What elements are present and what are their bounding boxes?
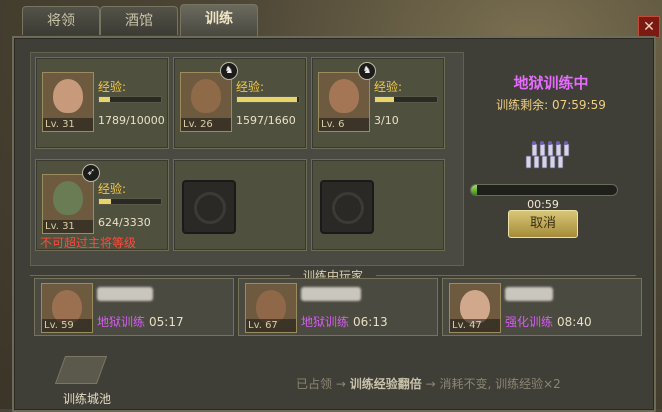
general-portrait: Lv. 31 <box>42 72 94 132</box>
player-training-mode: 地狱训练 05:17 <box>97 315 184 329</box>
general-portrait: Lv. 31 <box>42 174 94 234</box>
general-level: Lv. 26 <box>181 118 231 131</box>
player-portrait: Lv. 67 <box>245 283 297 333</box>
training-progress-bar <box>470 184 618 196</box>
city-bonus-steps: 已占领 → 训练经验翻倍 → 消耗不变, 训练经验×2 <box>296 375 626 392</box>
exp-bar <box>236 96 300 103</box>
training-slot[interactable]: Lv. 31 经验: 1789/10000 <box>35 57 169 149</box>
training-slots-panel: Lv. 31 经验: 1789/10000 Lv. 26 ♞ 经验: 1597/… <box>30 52 464 266</box>
empty-slot-icon <box>320 180 374 234</box>
player-level: Lv. 59 <box>42 319 92 332</box>
general-portrait: Lv. 26 <box>180 72 232 132</box>
empty-slot-icon <box>182 180 236 234</box>
training-player-card[interactable]: Lv. 67 地狱训练 06:13 <box>238 278 438 336</box>
training-player-card[interactable]: Lv. 47 强化训练 08:40 <box>442 278 642 336</box>
castle-icon <box>54 356 108 384</box>
player-level: Lv. 47 <box>450 319 500 332</box>
general-level: Lv. 6 <box>319 118 369 131</box>
exp-value: 3/10 <box>374 114 399 127</box>
exp-label: 经验: <box>98 182 127 196</box>
exp-bar <box>98 198 162 205</box>
step-description: 消耗不变, 训练经验×2 <box>439 377 561 391</box>
exp-value: 624/3330 <box>98 216 151 229</box>
training-window: Lv. 31 经验: 1789/10000 Lv. 26 ♞ 经验: 1597/… <box>12 36 656 412</box>
player-portrait: Lv. 47 <box>449 283 501 333</box>
empty-training-slot[interactable] <box>311 159 445 251</box>
arrow-icon: → <box>425 377 440 391</box>
general-level: Lv. 31 <box>43 118 93 131</box>
exp-bar <box>374 96 438 103</box>
training-player-card[interactable]: Lv. 59 地狱训练 05:17 <box>34 278 234 336</box>
tab-generals[interactable]: 将领 <box>22 6 100 35</box>
step-double-exp: 训练经验翻倍 <box>349 377 422 391</box>
general-portrait: Lv. 6 <box>318 72 370 132</box>
training-slot[interactable]: Lv. 31 ➶ 经验: 624/3330 不可超过主将等级 <box>35 159 169 251</box>
player-name-hidden <box>505 287 553 301</box>
exp-label: 经验: <box>98 80 127 94</box>
tab-tavern[interactable]: 酒馆 <box>100 6 178 35</box>
exp-label: 经验: <box>374 80 403 94</box>
arrow-icon: → <box>335 377 350 391</box>
player-training-mode: 强化训练 08:40 <box>505 315 592 329</box>
close-icon[interactable]: ✕ <box>638 16 660 38</box>
empty-training-slot[interactable] <box>173 159 307 251</box>
exp-value: 1789/10000 <box>98 114 165 127</box>
training-slot[interactable]: Lv. 26 ♞ 经验: 1597/1660 <box>173 57 307 149</box>
exp-bar <box>98 96 162 103</box>
player-training-mode: 地狱训练 06:13 <box>301 315 388 329</box>
level-warning: 不可超过主将等级 <box>40 236 137 250</box>
general-level: Lv. 31 <box>43 220 93 233</box>
exp-label: 经验: <box>236 80 265 94</box>
cancel-button[interactable]: 取消 <box>508 210 578 238</box>
training-status-panel: 地狱训练中 训练剩余: 07:59:59 00:59 取消 <box>466 52 636 264</box>
training-slot[interactable]: Lv. 6 ♞ 经验: 3/10 <box>311 57 445 149</box>
troops-icon <box>525 141 570 169</box>
player-name-hidden <box>301 287 361 301</box>
exp-value: 1597/1660 <box>236 114 296 127</box>
step-occupied: 已占领 <box>296 377 333 391</box>
player-level: Lv. 67 <box>246 319 296 332</box>
training-status-title: 地狱训练中 <box>513 74 589 92</box>
training-city[interactable]: 训练城池 <box>42 356 132 406</box>
player-name-hidden <box>97 287 153 301</box>
training-remaining: 训练剩余: 07:59:59 <box>496 98 606 112</box>
training-city-label: 训练城池 <box>62 392 111 406</box>
tab-training[interactable]: 训练 <box>180 4 258 37</box>
player-portrait: Lv. 59 <box>41 283 93 333</box>
